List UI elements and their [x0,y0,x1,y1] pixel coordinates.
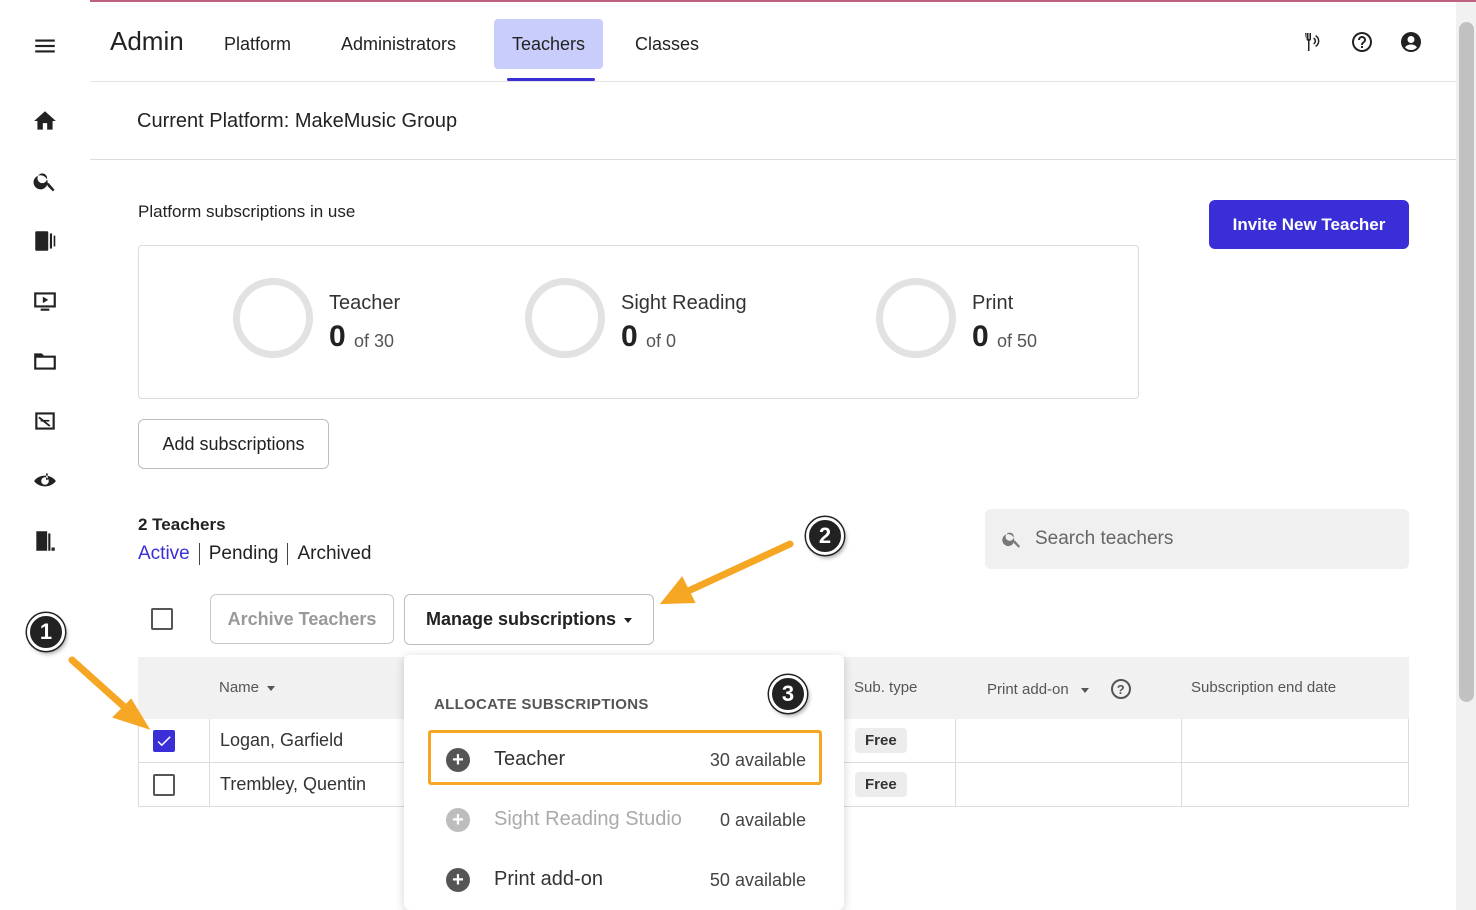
sight-reading-usage-ring [525,278,605,358]
checkmark-icon [157,736,171,747]
row-checkbox[interactable] [153,774,175,796]
plus-circle-icon: + [446,808,470,832]
search-input[interactable] [1035,521,1395,557]
sub-total-sight-reading: of 0 [646,331,677,351]
nav-teachers[interactable]: Teachers [494,19,604,69]
select-all-checkbox[interactable] [151,608,173,630]
sub-used-teacher: 0 [329,320,346,353]
platform-bar: Current Platform: MakeMusic Group [90,82,1456,160]
menu-item-label: Print add-on [494,868,603,890]
menu-item-print-addon[interactable]: + Print add-on 50 available [428,855,820,905]
callout-badge-1: 1 [27,613,65,651]
platform-title: Current Platform: MakeMusic Group [137,110,458,132]
teacher-usage-ring [233,278,313,358]
tuner-icon[interactable] [1299,29,1325,55]
scrollbar-thumb[interactable] [1459,22,1474,702]
help-icon[interactable]: ? [1110,679,1131,699]
search-icon[interactable] [30,166,60,196]
manage-subscriptions-label: Manage subscriptions [425,609,617,629]
teacher-count: 2 Teachers [138,515,226,534]
top-header: Admin Platform Administrators Teachers C… [90,2,1456,82]
column-end-date: Subscription end date [1191,679,1337,696]
column-print-addon[interactable]: Print add-on ? [987,679,1131,699]
plus-circle-icon: + [446,868,470,892]
subscriptions-title: Platform subscriptions in use [138,202,356,221]
teacher-status-filters: Active Pending Archived [138,543,371,565]
exit-icon[interactable] [30,526,60,556]
cell-divider [955,719,956,763]
sort-caret-icon [1080,687,1089,693]
row-checkbox[interactable] [153,730,175,752]
invite-new-teacher-button[interactable]: Invite New Teacher [1209,200,1409,249]
manage-subscriptions-button[interactable]: Manage subscriptions [404,594,654,645]
nav-classes[interactable]: Classes [617,19,717,69]
callout-badge-3: 3 [769,675,807,713]
left-rail [0,0,90,910]
arrow-2-shaft [682,540,794,596]
filter-pending[interactable]: Pending [209,543,279,565]
callout-badge-2: 2 [806,517,844,555]
sub-total-teacher: of 30 [354,331,395,351]
teacher-name: Trembley, Quentin [220,774,367,794]
sub-type-badge: Free [855,728,907,753]
compose-icon[interactable] [30,406,60,436]
print-usage-ring [876,278,956,358]
assignment-icon[interactable] [30,286,60,316]
cell-divider [1181,719,1182,763]
column-name-label: Name [219,679,260,696]
app-title: Admin [110,26,184,56]
sort-caret-icon [267,686,276,691]
cell-divider [1181,763,1182,807]
library-icon[interactable] [30,226,60,256]
column-sub-type: Sub. type [854,679,918,696]
account-icon[interactable] [1398,29,1424,55]
filter-archived[interactable]: Archived [297,543,371,565]
nav-platform[interactable]: Platform [206,19,309,69]
search-teachers [985,509,1409,569]
sub-type-badge: Free [855,772,907,797]
sub-name-print: Print [972,292,1014,314]
filter-active[interactable]: Active [138,543,190,565]
archive-teachers-button[interactable]: Archive Teachers [210,594,394,644]
filter-divider [198,543,200,565]
arrow-2-head [659,576,696,605]
menu-item-label: Sight Reading Studio [494,808,682,830]
search-icon [1002,532,1021,548]
sub-total-print: of 50 [997,331,1038,351]
menu-heading: ALLOCATE SUBSCRIPTIONS [434,696,649,713]
menu-item-sight-reading-studio: + Sight Reading Studio 0 available [428,795,820,845]
add-subscriptions-button[interactable]: Add subscriptions [138,419,329,469]
column-name[interactable]: Name [219,679,276,696]
sub-used-print: 0 [972,320,989,353]
folder-icon[interactable] [30,346,60,376]
menu-icon[interactable] [30,31,60,61]
teacher-highlight-box [428,730,822,785]
filter-divider [287,543,289,565]
teacher-name: Logan, Garfield [220,730,344,750]
menu-item-available: 50 available [709,870,806,890]
cell-divider [209,763,210,807]
caret-down-icon [624,618,633,623]
nav-administrators[interactable]: Administrators [323,19,474,69]
cell-divider [955,763,956,807]
ear-training-icon[interactable] [30,466,60,496]
cell-divider [209,719,210,763]
sub-used-sight-reading: 0 [621,320,638,353]
help-icon[interactable] [1349,29,1375,55]
menu-item-available: 0 available [719,810,806,830]
sub-name-sight-reading: Sight Reading [621,292,747,314]
column-print-addon-label: Print add-on [987,680,1069,698]
nav-active-indicator [507,78,595,81]
home-icon[interactable] [30,106,60,136]
sub-name-teacher: Teacher [329,292,401,314]
subscriptions-summary: Teacher 0 of 30 Sight Reading 0 of 0 Pri… [138,245,1139,399]
